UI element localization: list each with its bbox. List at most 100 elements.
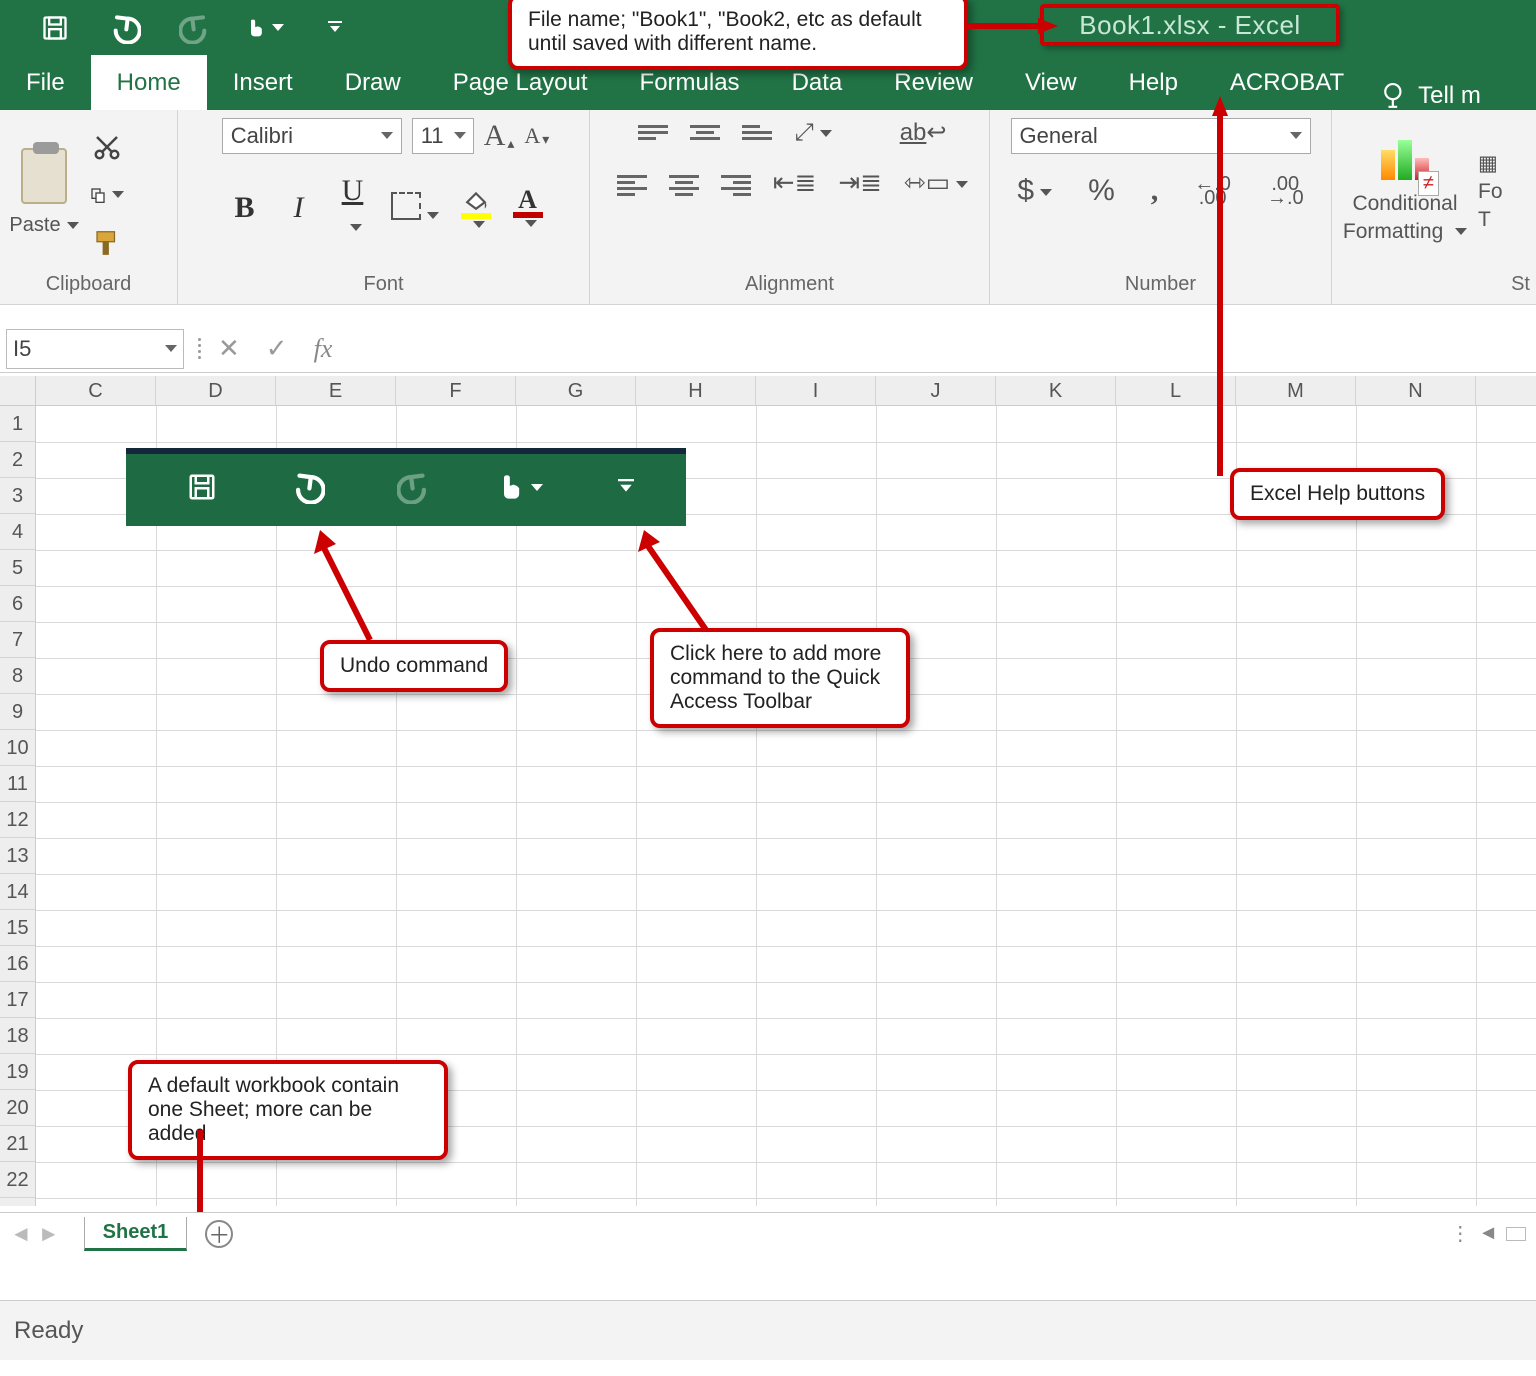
col-header[interactable]: D xyxy=(156,376,276,405)
row-header[interactable]: 16 xyxy=(0,946,35,982)
align-middle-icon[interactable] xyxy=(690,122,720,144)
row-header[interactable]: 14 xyxy=(0,874,35,910)
col-header[interactable]: H xyxy=(636,376,756,405)
name-box[interactable]: I5 xyxy=(6,329,184,369)
col-header[interactable]: J xyxy=(876,376,996,405)
sheet-scroll[interactable]: ⋮◄ xyxy=(1450,1221,1526,1246)
touch-mode-icon[interactable] xyxy=(246,9,284,47)
quick-access-toolbar xyxy=(36,9,354,47)
tab-view[interactable]: View xyxy=(999,55,1103,110)
increase-indent-icon[interactable]: ⇥≣ xyxy=(838,167,882,198)
cut-icon[interactable] xyxy=(90,132,124,162)
row-header[interactable]: 13 xyxy=(0,838,35,874)
row-headers[interactable]: 12345678910111213141516171819202122 xyxy=(0,406,36,1206)
formula-bar: I5 ✕ ✓ fx xyxy=(0,325,1536,373)
group-alignment: ⤢ ab↩ ⇤≣ ⇥≣ ⇿▭ Alignment xyxy=(590,110,990,304)
paste-button[interactable]: Paste xyxy=(8,148,80,237)
row-header[interactable]: 2 xyxy=(0,442,35,478)
arrow-undo xyxy=(310,530,380,650)
comma-format-button[interactable]: , xyxy=(1151,174,1159,208)
redo-icon[interactable] xyxy=(176,9,214,47)
row-header[interactable]: 21 xyxy=(0,1126,35,1162)
increase-font-icon[interactable]: A▴ xyxy=(484,119,515,153)
font-color-button[interactable]: A xyxy=(513,190,543,227)
borders-button[interactable] xyxy=(391,192,439,225)
sheet-nav[interactable]: ◄ ► xyxy=(10,1221,60,1247)
tab-draw[interactable]: Draw xyxy=(319,55,427,110)
qat-illus-save-icon xyxy=(176,461,228,513)
new-sheet-button[interactable]: ＋ xyxy=(205,1220,233,1248)
tab-insert[interactable]: Insert xyxy=(207,55,319,110)
align-top-icon[interactable] xyxy=(638,122,668,144)
row-header[interactable]: 18 xyxy=(0,1018,35,1054)
row-header[interactable]: 1 xyxy=(0,406,35,442)
row-header[interactable]: 6 xyxy=(0,586,35,622)
align-bottom-icon[interactable] xyxy=(742,122,772,144)
sheet-tab-active[interactable]: Sheet1 xyxy=(84,1217,188,1251)
orientation-button[interactable]: ⤢ xyxy=(794,119,831,147)
conditional-formatting-button[interactable]: ≠ Conditional Formatting xyxy=(1340,140,1470,244)
decrease-decimal-button[interactable]: .00→.0 xyxy=(1267,177,1304,205)
row-header[interactable]: 12 xyxy=(0,802,35,838)
tab-help[interactable]: Help xyxy=(1103,55,1204,110)
merge-center-button[interactable]: ⇿▭ xyxy=(904,167,968,198)
format-painter-icon[interactable] xyxy=(90,228,124,258)
row-header[interactable]: 10 xyxy=(0,730,35,766)
row-header[interactable]: 9 xyxy=(0,694,35,730)
font-size-value: 11 xyxy=(421,123,444,149)
status-text: Ready xyxy=(14,1317,83,1345)
italic-button[interactable]: I xyxy=(283,191,315,225)
copy-icon[interactable] xyxy=(90,180,124,210)
col-header[interactable]: G xyxy=(516,376,636,405)
font-name-combo[interactable]: Calibri xyxy=(222,118,402,154)
col-header[interactable]: F xyxy=(396,376,516,405)
percent-format-button[interactable]: % xyxy=(1088,174,1115,208)
row-header[interactable]: 19 xyxy=(0,1054,35,1090)
row-header[interactable]: 15 xyxy=(0,910,35,946)
row-header[interactable]: 5 xyxy=(0,550,35,586)
enter-icon[interactable]: ✓ xyxy=(266,333,288,364)
cancel-icon[interactable]: ✕ xyxy=(218,333,240,364)
row-header[interactable]: 22 xyxy=(0,1162,35,1198)
col-header[interactable]: C xyxy=(36,376,156,405)
fill-color-button[interactable] xyxy=(461,189,491,228)
row-header[interactable]: 4 xyxy=(0,514,35,550)
row-header[interactable]: 7 xyxy=(0,622,35,658)
undo-icon[interactable] xyxy=(106,9,144,47)
bold-button[interactable]: B xyxy=(229,191,261,225)
column-headers[interactable]: CDEFGHIJKLMN xyxy=(36,376,1536,406)
align-center-icon[interactable] xyxy=(669,172,699,194)
number-format-combo[interactable]: General xyxy=(1011,118,1311,154)
wrap-text-button[interactable]: ab↩ xyxy=(900,118,947,147)
select-all-corner[interactable] xyxy=(0,376,36,406)
decrease-font-icon[interactable]: A▾ xyxy=(524,123,549,149)
group-number-label: Number xyxy=(990,269,1331,304)
underline-button[interactable]: U xyxy=(337,174,369,242)
accounting-format-button[interactable]: $ xyxy=(1017,174,1052,208)
decrease-indent-icon[interactable]: ⇤≣ xyxy=(773,167,817,198)
tell-me-search[interactable]: Tell m xyxy=(1382,82,1481,110)
col-header[interactable]: I xyxy=(756,376,876,405)
ribbon: Paste Clipboard Calibri 11 A▴ xyxy=(0,110,1536,305)
col-header[interactable]: N xyxy=(1356,376,1476,405)
align-right-icon[interactable] xyxy=(721,172,751,194)
customize-qat-dropdown[interactable] xyxy=(316,9,354,47)
formula-input[interactable] xyxy=(332,329,1536,369)
format-as-table-button[interactable]: ▦ Fo T xyxy=(1478,151,1518,232)
save-icon[interactable] xyxy=(36,9,74,47)
align-left-icon[interactable] xyxy=(617,172,647,194)
col-header[interactable]: E xyxy=(276,376,396,405)
col-header[interactable]: M xyxy=(1236,376,1356,405)
row-header[interactable]: 11 xyxy=(0,766,35,802)
font-color-swatch xyxy=(513,212,543,218)
tab-home[interactable]: Home xyxy=(91,55,207,110)
insert-function-icon[interactable]: fx xyxy=(314,334,333,364)
row-header[interactable]: 3 xyxy=(0,478,35,514)
row-header[interactable]: 8 xyxy=(0,658,35,694)
tab-file[interactable]: File xyxy=(0,55,91,110)
row-header[interactable]: 20 xyxy=(0,1090,35,1126)
font-size-combo[interactable]: 11 xyxy=(412,118,474,154)
cond-fmt-label2: Formatting xyxy=(1343,220,1443,243)
col-header[interactable]: K xyxy=(996,376,1116,405)
row-header[interactable]: 17 xyxy=(0,982,35,1018)
